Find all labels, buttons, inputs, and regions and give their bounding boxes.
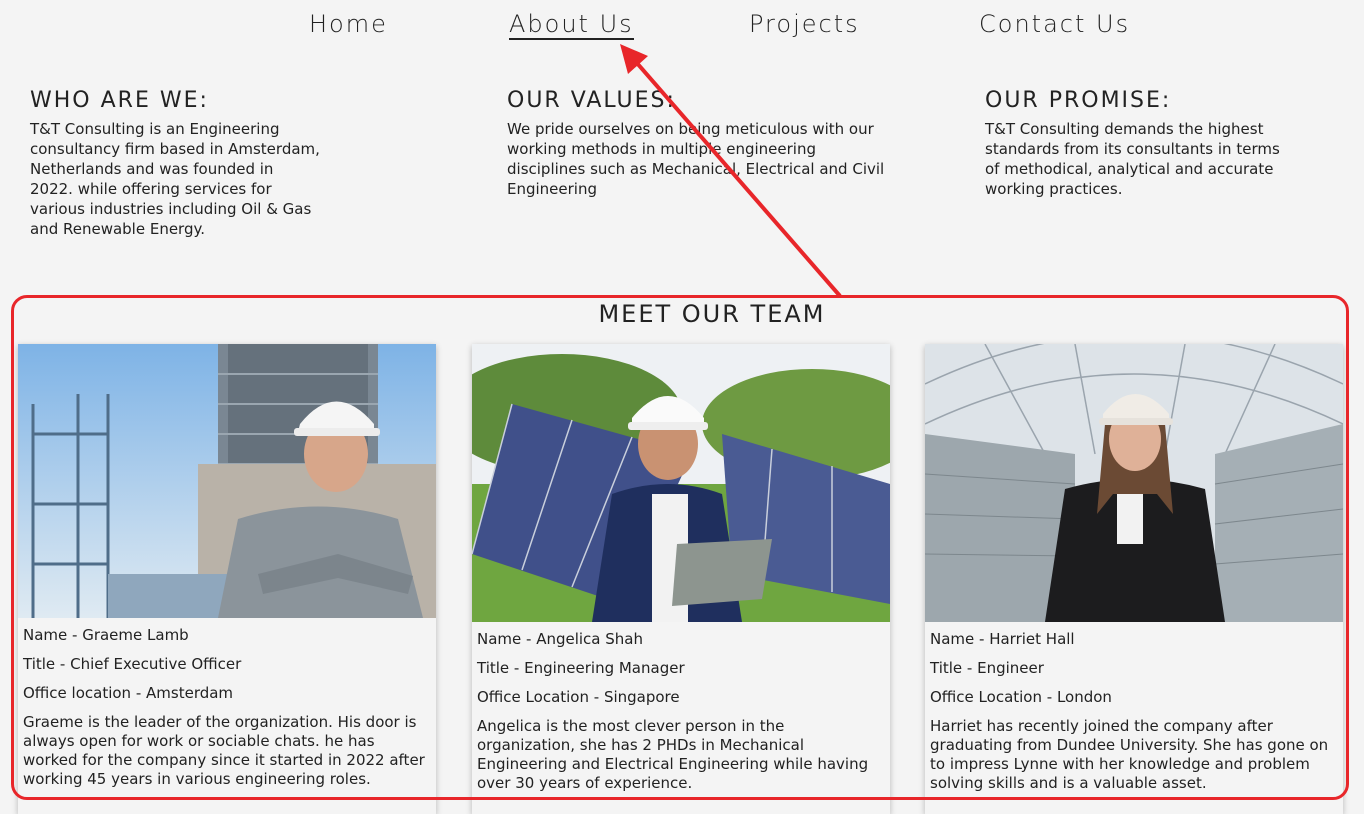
member-title: Title - Chief Executive Officer — [23, 655, 242, 673]
who-are-we-heading: WHO ARE WE: — [30, 88, 209, 113]
nav-link-about-us[interactable]: About Us — [509, 10, 634, 40]
member-name: Name - Graeme Lamb — [23, 626, 189, 644]
member-name: Name - Harriet Hall — [930, 630, 1075, 648]
member-bio: Angelica is the most clever person in th… — [477, 717, 869, 792]
member-location: Office Location - Singapore — [477, 688, 680, 706]
team-photo-harriet — [925, 344, 1343, 622]
team-photo-angelica — [472, 344, 890, 622]
who-are-we-text: T&T Consulting is an Engineering consult… — [30, 120, 320, 238]
nav-link-projects[interactable]: Projects — [749, 10, 860, 38]
team-photo-graeme — [18, 344, 436, 618]
our-promise-text: T&T Consulting demands the highest stand… — [985, 120, 1280, 198]
our-values-heading: OUR VALUES: — [507, 88, 676, 113]
team-card-graeme-lamb: Name - Graeme Lamb Title - Chief Executi… — [18, 344, 436, 814]
member-location: Office Location - London — [930, 688, 1112, 706]
member-location: Office location - Amsterdam — [23, 684, 234, 702]
who-are-we-section: WHO ARE WE: T&T Consulting is an Enginee… — [30, 88, 320, 239]
our-promise-heading: OUR PROMISE: — [985, 88, 1172, 113]
member-bio: Harriet has recently joined the company … — [930, 717, 1329, 792]
member-name: Name - Angelica Shah — [477, 630, 643, 648]
nav-link-home[interactable]: Home — [309, 10, 388, 38]
our-values-section: OUR VALUES: We pride ourselves on being … — [507, 88, 887, 199]
our-values-text: We pride ourselves on being meticulous w… — [507, 120, 885, 198]
our-promise-section: OUR PROMISE: T&T Consulting demands the … — [985, 88, 1285, 199]
meet-our-team-heading: MEET OUR TEAM — [598, 300, 826, 328]
team-card-angelica-shah: Name - Angelica Shah Title - Engineering… — [472, 344, 890, 814]
member-title: Title - Engineer — [930, 659, 1044, 677]
member-bio: Graeme is the leader of the organization… — [23, 713, 425, 788]
main-nav: Home About Us Projects Contact Us — [0, 10, 1364, 46]
team-card-harriet-hall: Name - Harriet Hall Title - Engineer Off… — [925, 344, 1343, 814]
member-title: Title - Engineering Manager — [477, 659, 685, 677]
nav-link-contact-us[interactable]: Contact Us — [979, 10, 1130, 38]
